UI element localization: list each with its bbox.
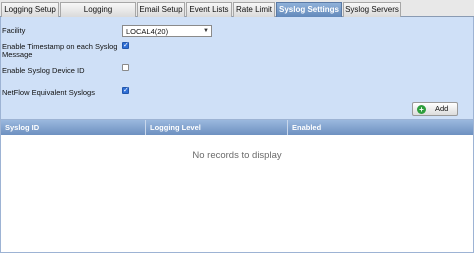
facility-value: LOCAL4(20) [126, 27, 169, 36]
syslog-settings-panel: Facility LOCAL4(20) ▼ Enable Timestamp o… [0, 17, 474, 119]
tab-logging-setup[interactable]: Logging Setup [1, 2, 59, 17]
timestamp-checkbox[interactable] [122, 41, 129, 50]
tab-syslog-servers[interactable]: Syslog Servers [343, 2, 401, 17]
device-id-checkbox[interactable] [122, 64, 129, 71]
column-syslog-id[interactable]: Syslog ID [1, 120, 146, 135]
plus-icon: + [417, 105, 426, 114]
timestamp-label-line2: Message [2, 50, 33, 59]
netflow-checkbox[interactable] [122, 86, 129, 95]
table-header: Syslog ID Logging Level Enabled [1, 120, 473, 135]
column-enabled[interactable]: Enabled [288, 120, 473, 135]
empty-message: No records to display [192, 150, 282, 161]
column-logging-level[interactable]: Logging Level [146, 120, 288, 135]
facility-select[interactable]: LOCAL4(20) ▼ [122, 25, 212, 37]
timestamp-label: Enable Timestamp on each Syslog Message [2, 43, 117, 59]
device-id-label: Enable Syslog Device ID [2, 66, 85, 75]
tab-rate-limit[interactable]: Rate Limit [233, 2, 275, 17]
tab-logging-destinations[interactable]: Logging Destinations [60, 2, 136, 28]
tab-email-setup[interactable]: Email Setup [137, 2, 185, 17]
chevron-down-icon: ▼ [203, 28, 209, 34]
facility-label: Facility [2, 26, 26, 35]
netflow-label: NetFlow Equivalent Syslogs [2, 88, 95, 97]
tab-event-lists[interactable]: Event Lists [186, 2, 232, 17]
tab-syslog-settings[interactable]: Syslog Settings [276, 2, 342, 18]
add-button-label: Add [435, 104, 449, 113]
tab-bar: Logging Setup Logging Destinations Email… [0, 0, 474, 28]
syslog-table: Syslog ID Logging Level Enabled No recor… [0, 119, 474, 253]
add-toolbar: + Add [1, 101, 474, 119]
add-button[interactable]: + Add [412, 102, 458, 116]
